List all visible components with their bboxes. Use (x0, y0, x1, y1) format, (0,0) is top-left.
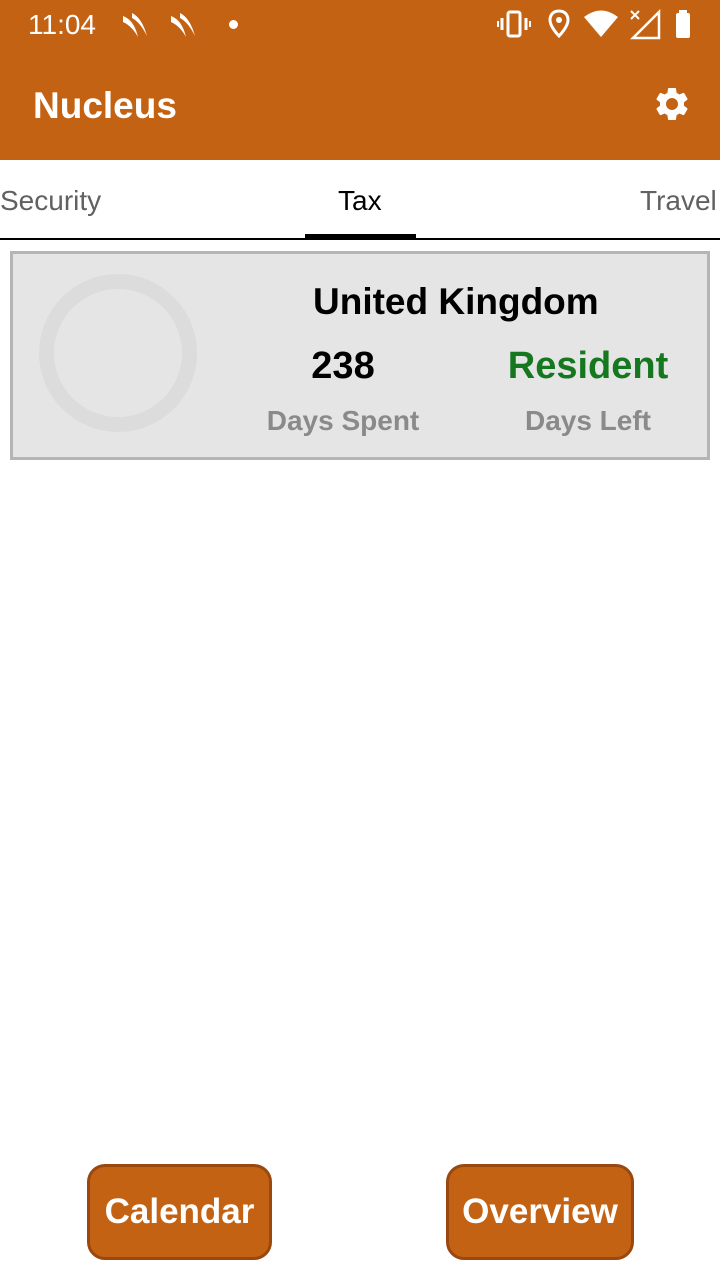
overview-button[interactable]: Overview (446, 1164, 634, 1260)
more-notifications-dot-icon (229, 20, 238, 29)
app-bar: 11:04 Nucleus (0, 0, 720, 160)
status-time: 11:04 (28, 9, 96, 40)
days-left-label: Days Left (524, 405, 652, 436)
active-tab-indicator (305, 234, 416, 239)
battery-icon (676, 10, 690, 38)
settings-button[interactable] (648, 80, 696, 128)
location-icon (548, 9, 570, 39)
sport-app-notification-icon (171, 13, 195, 37)
days-spent-label: Days Spent (266, 405, 420, 436)
days-spent-value: 238 (311, 345, 375, 387)
residency-status-value: Resident (507, 345, 669, 387)
status-bar: 11:04 (0, 0, 720, 50)
progress-ring (39, 274, 197, 432)
app-title: Nucleus (33, 85, 177, 126)
country-name: United Kingdom (313, 281, 599, 322)
tab-tax[interactable]: Tax (338, 184, 382, 218)
cellular-no-signal-icon (629, 8, 661, 40)
tab-security[interactable]: Security (0, 184, 101, 218)
tab-bar: Security Tax Travel (0, 160, 720, 240)
sport-app-notification-icon (123, 13, 147, 37)
gear-icon (656, 87, 688, 120)
tab-travel[interactable]: Travel (640, 184, 717, 218)
vibrate-icon (497, 10, 531, 38)
wifi-icon (584, 10, 618, 37)
calendar-button[interactable]: Calendar (87, 1164, 272, 1260)
tax-residency-card[interactable]: United Kingdom 238 Resident Days Spent D… (10, 251, 710, 460)
